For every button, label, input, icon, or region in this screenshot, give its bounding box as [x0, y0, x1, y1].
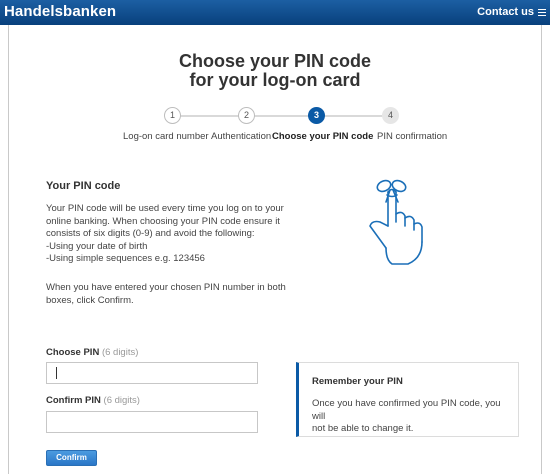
steps-connector-line: [172, 115, 392, 117]
page-title: Choose your PIN code for your log-on car…: [0, 52, 550, 90]
instruction-line: Your PIN code will be used every time yo…: [46, 203, 284, 214]
contact-us-link[interactable]: Contact us: [477, 6, 546, 18]
instruction-line: -Using simple sequences e.g. 123456: [46, 253, 205, 264]
notice-line: not be able to change it.: [312, 423, 414, 434]
confirm-pin-label: Confirm PIN (6 digits): [46, 395, 140, 406]
hamburger-menu-icon: [538, 8, 546, 16]
brand-logo[interactable]: Handelsbanken: [4, 3, 116, 20]
step-3-circle: 3: [308, 107, 325, 124]
remember-pin-notice: Remember your PIN Once you have confirme…: [296, 362, 519, 437]
step-4-label: PIN confirmation: [377, 131, 448, 142]
hand-with-string-icon: [369, 179, 423, 265]
pin-instructions: Your PIN code will be used every time yo…: [46, 203, 286, 266]
confirm-instructions: When you have entered your chosen PIN nu…: [46, 282, 286, 307]
step-1-circle: 1: [164, 107, 181, 124]
page-title-line2: for your log-on card: [189, 70, 361, 90]
instruction-line: boxes, click Confirm.: [46, 294, 134, 306]
notice-body: Once you have confirmed you PIN code, yo…: [312, 398, 512, 436]
confirm-pin-hint: (6 digits): [103, 395, 140, 406]
instruction-line: -Using your date of birth: [46, 240, 148, 252]
contact-us-label: Contact us: [477, 6, 534, 18]
instruction-line: consists of six digits (0-9) and avoid t…: [46, 228, 255, 239]
section-heading: Your PIN code: [46, 180, 121, 192]
step-4-circle: 4: [382, 107, 399, 124]
notice-title: Remember your PIN: [312, 376, 403, 387]
step-3-label: Choose your PIN code: [272, 131, 374, 142]
step-2-label: Authentication: [211, 131, 272, 142]
choose-pin-hint: (6 digits): [101, 347, 139, 358]
step-1-label: Log-on card number: [123, 131, 209, 142]
step-2-circle: 2: [238, 107, 255, 124]
choose-pin-label: Choose PIN (6 digits): [46, 347, 138, 358]
notice-line: Once you have confirmed you PIN code, yo…: [312, 398, 501, 422]
confirm-pin-label-text: Confirm PIN: [46, 395, 101, 406]
confirm-button[interactable]: Confirm: [46, 450, 97, 466]
choose-pin-label-text: Choose PIN: [46, 347, 100, 358]
text-caret: [56, 367, 57, 379]
choose-pin-input[interactable]: [46, 362, 258, 384]
instruction-line: online banking. When choosing your PIN c…: [46, 215, 280, 227]
header-bar: Handelsbanken Contact us: [0, 0, 550, 25]
confirm-pin-input[interactable]: [46, 411, 258, 433]
page-title-line1: Choose your PIN code: [178, 51, 372, 71]
instruction-line: When you have entered your chosen PIN nu…: [46, 282, 286, 293]
